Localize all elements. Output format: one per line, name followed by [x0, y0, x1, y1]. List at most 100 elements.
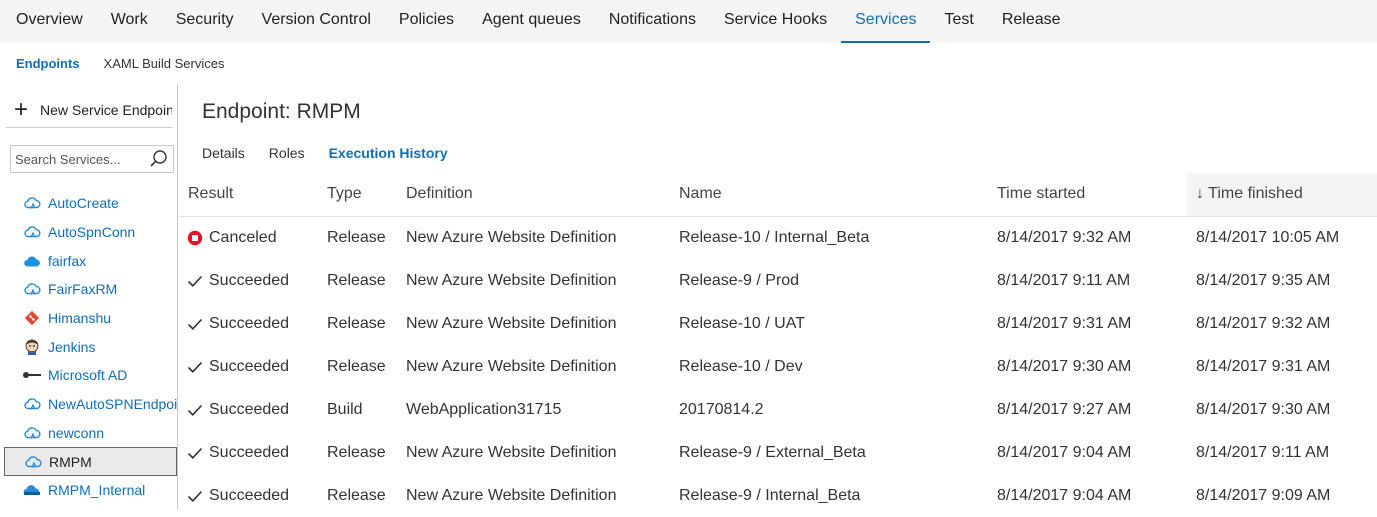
table-row[interactable]: Succeeded Release New Azure Website Defini…: [179, 474, 1377, 517]
definition-cell: WebApplication31715: [406, 400, 562, 418]
type-cell: Release: [327, 443, 386, 461]
tab-agent-queues[interactable]: Agent queues: [468, 0, 595, 43]
definition-cell: New Azure Website Definition: [406, 271, 617, 289]
tab-service-hooks[interactable]: Service Hooks: [710, 0, 841, 43]
service-item-autocreate[interactable]: AutoCreate: [4, 189, 177, 218]
tab-overview[interactable]: Overview: [0, 0, 97, 43]
subnav-endpoints[interactable]: Endpoints: [0, 56, 88, 71]
service-item-label: AutoCreate: [48, 195, 119, 212]
definition-cell: New Azure Website Definition: [406, 228, 617, 246]
time-started-cell: 8/14/2017 9:31 AM: [997, 314, 1132, 332]
table-row[interactable]: Succeeded Build WebApplication31715 2017081…: [179, 388, 1377, 431]
name-cell: Release-10 / UAT: [679, 314, 805, 332]
page-title: Endpoint: RMPM: [202, 100, 361, 123]
azure-cloud-icon: [22, 424, 42, 442]
service-item-jenkins[interactable]: Jenkins: [4, 332, 177, 361]
time-finished-cell: 8/14/2017 9:32 AM: [1196, 314, 1331, 332]
service-item-rmpm-internal[interactable]: RMPM_Internal: [4, 476, 177, 505]
table-row[interactable]: Canceled Release New Azure Website Definit…: [179, 216, 1377, 259]
type-cell: Release: [327, 271, 386, 289]
cloud-icon: [22, 252, 42, 270]
time-started-cell: 8/14/2017 9:27 AM: [997, 400, 1132, 418]
tab-version-control[interactable]: Version Control: [248, 0, 385, 43]
column-header-definition[interactable]: Definition: [397, 173, 670, 217]
tab-services[interactable]: Services: [841, 0, 931, 43]
azure-cloud-icon: [22, 280, 42, 298]
tab-details[interactable]: Details: [202, 145, 245, 161]
time-finished-cell: 8/14/2017 9:09 AM: [1196, 486, 1331, 504]
new-service-endpoint-button[interactable]: + New Service Endpoint: [6, 92, 172, 128]
type-cell: Release: [327, 314, 386, 332]
search-services-input[interactable]: [11, 147, 149, 171]
tab-release[interactable]: Release: [988, 0, 1075, 43]
service-item-fairfaxrm[interactable]: FairFaxRM: [4, 275, 177, 304]
service-item-microsoft-ad[interactable]: Microsoft AD: [4, 361, 177, 390]
subnav-xaml-build-services[interactable]: XAML Build Services: [88, 56, 233, 71]
result-label: Succeeded: [209, 357, 290, 375]
column-header-time-finished[interactable]: ↓ Time finished: [1187, 173, 1377, 217]
service-item-fairfax[interactable]: fairfax: [4, 246, 177, 275]
result-cell: Succeeded: [179, 431, 318, 474]
new-service-endpoint-label: New Service Endpoint: [40, 101, 172, 118]
time-started-cell: 8/14/2017 9:04 AM: [997, 486, 1132, 504]
name-cell: Release-9 / Internal_Beta: [679, 486, 861, 504]
table-row[interactable]: Succeeded Release New Azure Website Defini…: [179, 431, 1377, 474]
name-cell: Release-9 / External_Beta: [679, 443, 866, 461]
service-item-label: AutoSpnConn: [48, 224, 136, 241]
sort-descending-icon: ↓: [1196, 185, 1204, 203]
time-finished-cell: 8/14/2017 9:30 AM: [1196, 400, 1331, 418]
column-header-type[interactable]: Type: [318, 173, 397, 217]
definition-cell: New Azure Website Definition: [406, 443, 617, 461]
result-label: Canceled: [209, 228, 277, 246]
service-list: AutoCreate AutoSpnConn fairfax FairFaxRM Him…: [4, 189, 177, 505]
azure-cloud-icon: [22, 223, 42, 241]
checkmark-icon: [187, 445, 203, 461]
services-pane: + New Service Endpoint AutoCreate AutoSpn…: [0, 84, 178, 509]
result-label: Succeeded: [209, 271, 290, 289]
time-finished-cell: 8/14/2017 9:31 AM: [1196, 357, 1331, 375]
result-label: Succeeded: [209, 486, 290, 504]
checkmark-icon: [187, 488, 203, 504]
tab-execution-history[interactable]: Execution History: [329, 145, 448, 161]
top-nav: Overview Work Security Version Control Polic…: [0, 0, 1377, 43]
tab-test[interactable]: Test: [930, 0, 987, 43]
search-icon[interactable]: [149, 149, 169, 169]
definition-cell: New Azure Website Definition: [406, 314, 617, 332]
execution-history-table: Result Type Definition Name Time started…: [179, 173, 1377, 517]
tab-roles[interactable]: Roles: [269, 145, 305, 161]
service-item-himanshu[interactable]: Himanshu: [4, 304, 177, 333]
column-header-time-started[interactable]: Time started: [988, 173, 1187, 217]
service-item-newconn[interactable]: newconn: [4, 419, 177, 448]
table-header-row: Result Type Definition Name Time started…: [179, 173, 1377, 217]
service-item-label: NewAutoSPNEndpoint: [48, 396, 177, 413]
jenkins-icon: [22, 338, 42, 356]
result-label: Succeeded: [209, 443, 290, 461]
tab-policies[interactable]: Policies: [385, 0, 468, 43]
azure-cloud-icon: [22, 395, 42, 413]
result-cell: Canceled: [179, 216, 318, 259]
type-cell: Build: [327, 400, 363, 418]
name-cell: Release-10 / Dev: [679, 357, 803, 375]
service-item-label: Himanshu: [48, 310, 112, 327]
type-cell: Release: [327, 228, 386, 246]
time-finished-cell: 8/14/2017 10:05 AM: [1196, 228, 1340, 246]
table-row[interactable]: Succeeded Release New Azure Website Defini…: [179, 259, 1377, 302]
service-item-rmpm[interactable]: RMPM: [4, 447, 177, 476]
table-row[interactable]: Succeeded Release New Azure Website Defini…: [179, 345, 1377, 388]
service-item-autospnconn[interactable]: AutoSpnConn: [4, 218, 177, 247]
azure-cloud-icon: [23, 453, 43, 471]
tab-security[interactable]: Security: [162, 0, 248, 43]
service-item-label: RMPM_Internal: [48, 482, 146, 499]
service-item-newautospnendpoint[interactable]: NewAutoSPNEndpoint: [4, 390, 177, 419]
key-icon: [22, 366, 42, 384]
column-header-name[interactable]: Name: [670, 173, 988, 217]
time-started-cell: 8/14/2017 9:11 AM: [997, 271, 1131, 289]
table-row[interactable]: Succeeded Release New Azure Website Defini…: [179, 302, 1377, 345]
tab-notifications[interactable]: Notifications: [595, 0, 710, 43]
tab-work[interactable]: Work: [97, 0, 162, 43]
column-header-result[interactable]: Result: [179, 173, 318, 217]
checkmark-icon: [187, 273, 203, 289]
time-started-cell: 8/14/2017 9:30 AM: [997, 357, 1132, 375]
canceled-icon: [187, 230, 203, 246]
checkmark-icon: [187, 402, 203, 418]
